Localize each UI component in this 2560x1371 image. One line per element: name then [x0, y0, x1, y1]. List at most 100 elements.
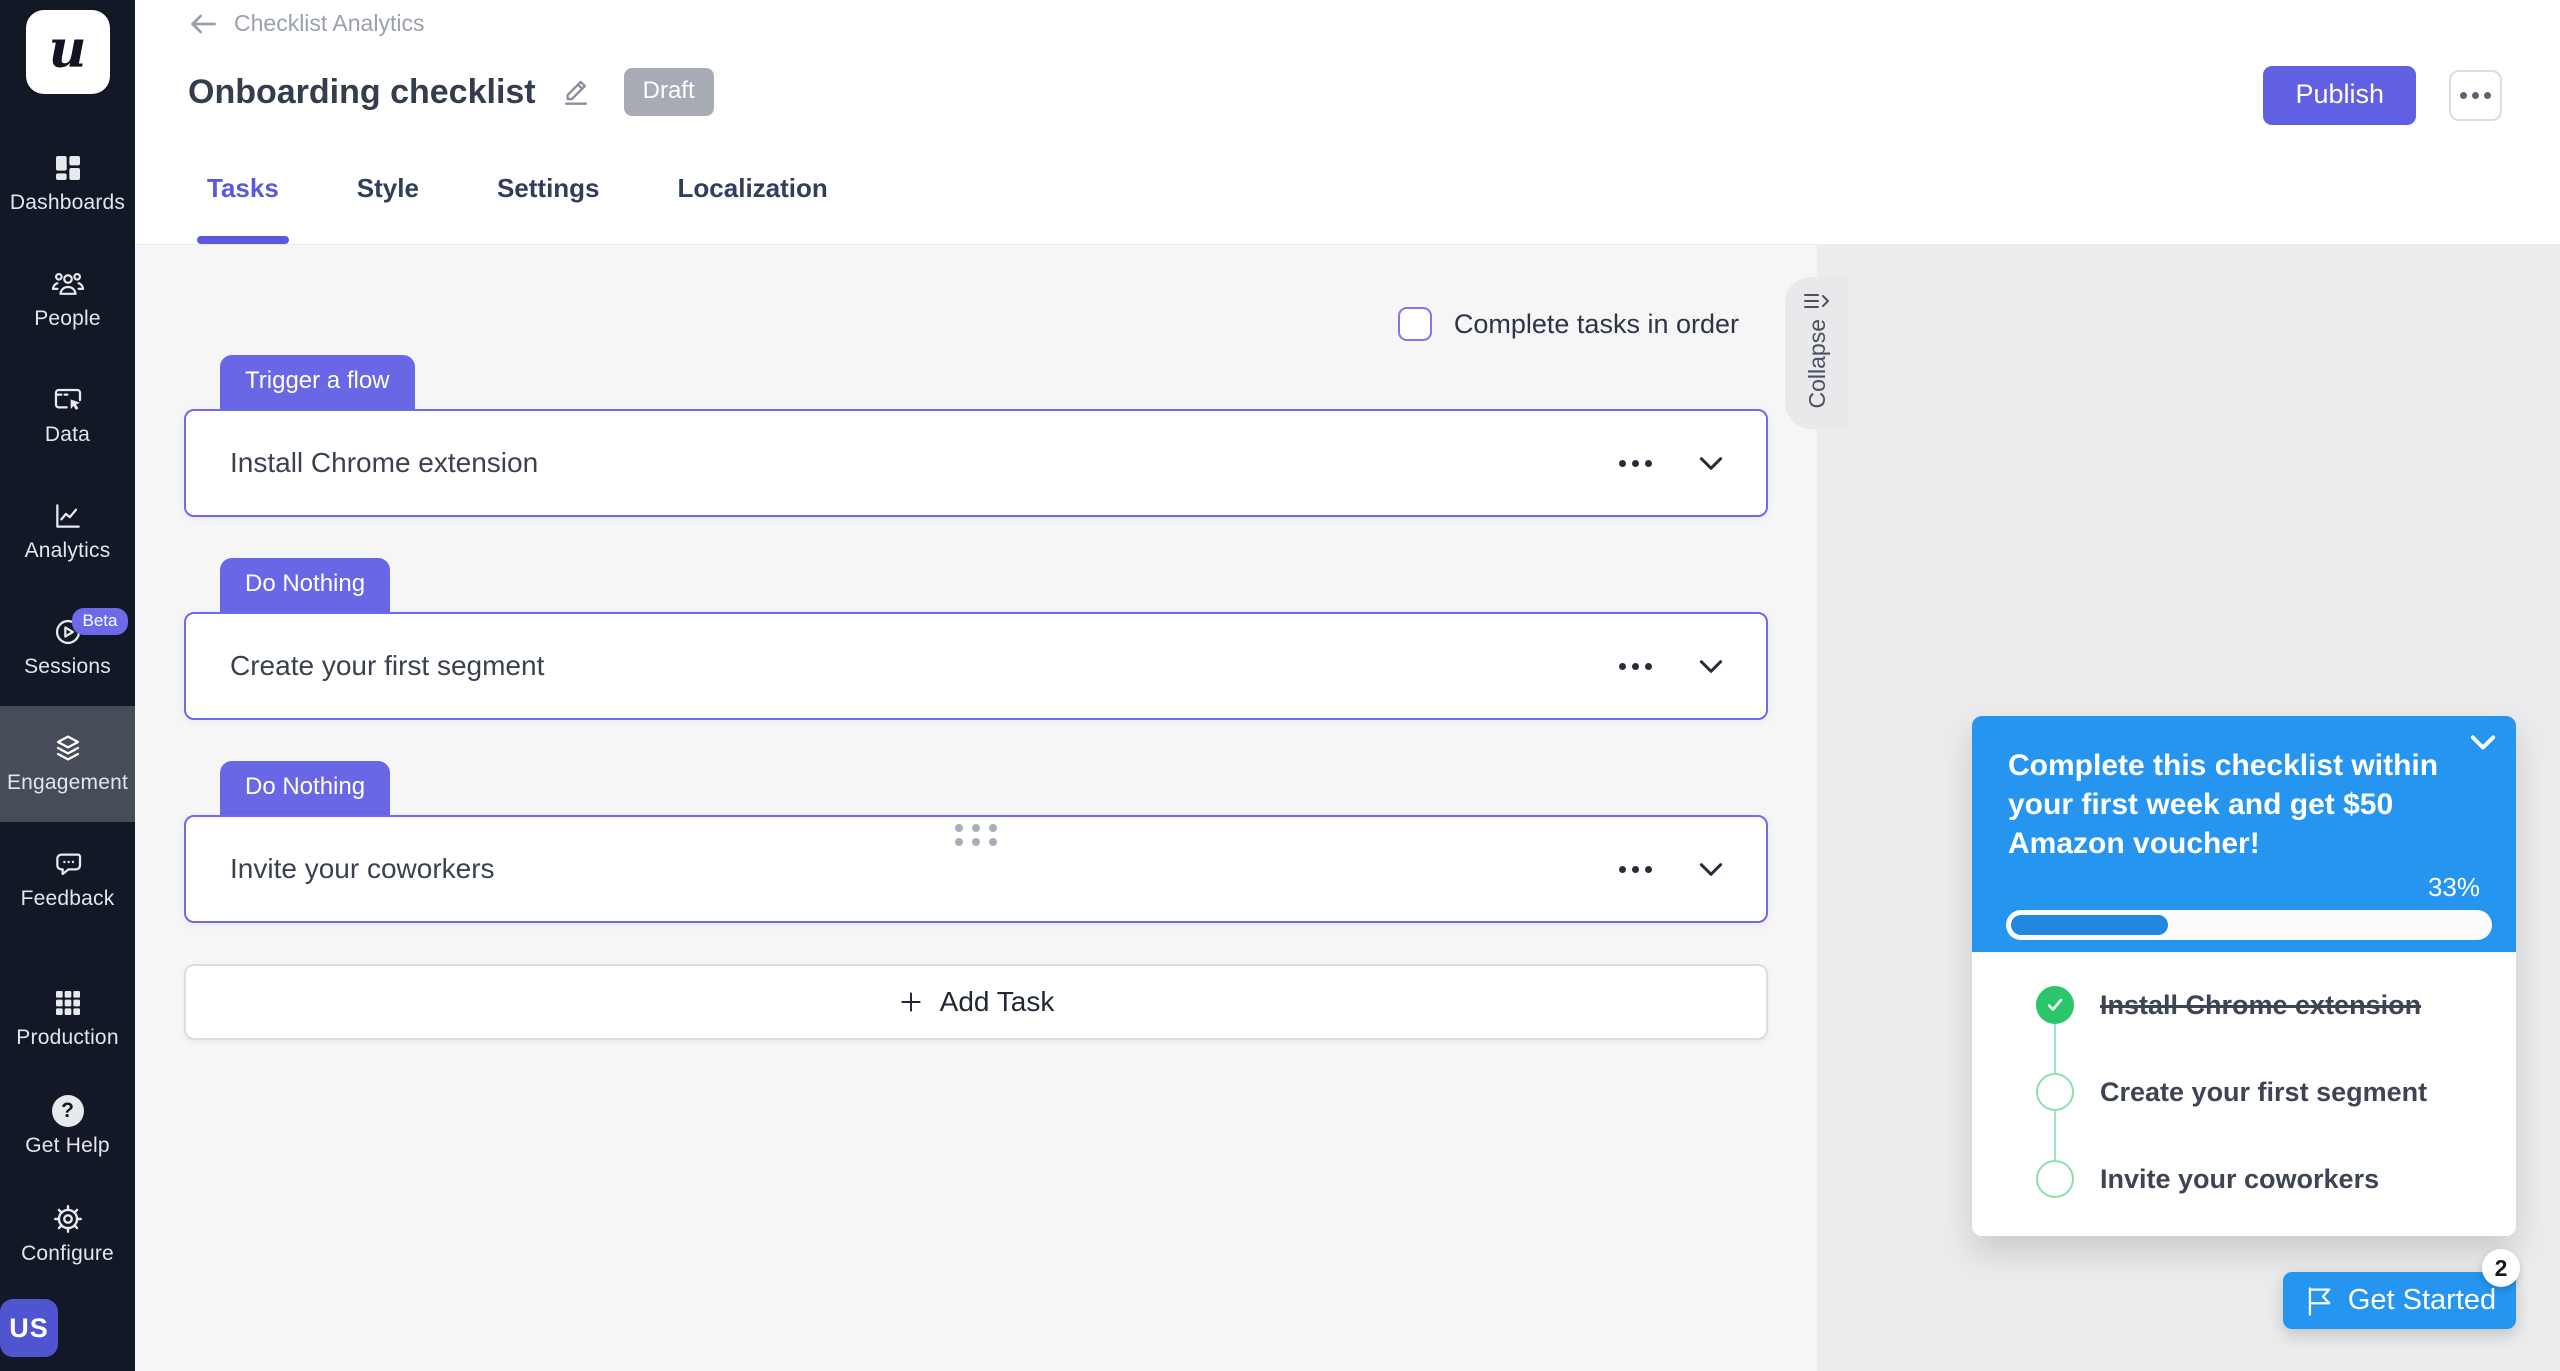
task-card[interactable]: Create your first segment	[184, 612, 1768, 720]
sidebar: u Dashboards People Data Analytics Beta …	[0, 0, 135, 1371]
status-badge: Draft	[623, 68, 714, 116]
userpilot-logo[interactable]: u	[25, 10, 110, 94]
sidebar-item-label: Sessions	[24, 655, 111, 678]
task-trigger-badge[interactable]: Do Nothing	[220, 558, 391, 612]
header-actions: Publish	[2263, 66, 2502, 125]
people-icon	[51, 272, 84, 295]
task-options-button[interactable]	[1617, 860, 1654, 879]
task-list: Trigger a flow Install Chrome extension …	[184, 355, 1768, 1040]
sidebar-item-label: Get Help	[25, 1134, 110, 1157]
plus-icon	[901, 992, 921, 1012]
chevron-down-icon[interactable]	[1696, 652, 1726, 680]
checklist-headline: Complete this checklist within your firs…	[2008, 749, 2439, 860]
page-title: Onboarding checklist	[188, 72, 536, 111]
ellipsis-icon	[2460, 92, 2467, 99]
tab-tasks[interactable]: Tasks	[197, 173, 289, 244]
publish-button[interactable]: Publish	[2263, 66, 2416, 125]
task-title: Install Chrome extension	[230, 447, 539, 478]
chevron-down-icon[interactable]	[1696, 449, 1726, 477]
empty-circle-icon	[2036, 1073, 2074, 1111]
sidebar-item-sessions[interactable]: Beta Sessions	[0, 590, 135, 706]
breadcrumb[interactable]: Checklist Analytics	[188, 10, 424, 37]
sidebar-item-label: Production	[16, 1026, 119, 1049]
sidebar-item-label: Configure	[21, 1242, 114, 1265]
collapse-icon	[1804, 294, 1829, 308]
data-icon	[54, 388, 81, 410]
preview-task-label: Install Chrome extension	[2100, 989, 2422, 1020]
minimize-chevron-icon[interactable]	[2466, 730, 2500, 756]
preview-task-item[interactable]: Create your first segment	[2036, 1073, 2516, 1111]
preview-task-item[interactable]: Invite your coworkers	[2036, 1160, 2516, 1198]
page-header: Checklist Analytics Onboarding checklist…	[135, 0, 2560, 245]
checklist-preview-items: Install Chrome extension Create your fir…	[1972, 952, 2516, 1236]
task-card[interactable]: Install Chrome extension	[184, 409, 1768, 517]
preview-task-item[interactable]: Install Chrome extension	[2036, 986, 2516, 1024]
get-started-launcher-button[interactable]: Get Started	[2283, 1272, 2516, 1329]
tab-style[interactable]: Style	[357, 173, 419, 244]
checklist-preview-widget: Complete this checklist within your firs…	[1972, 716, 2516, 1236]
empty-circle-icon	[2036, 1160, 2074, 1198]
sidebar-item-label: Data	[44, 423, 91, 446]
sidebar-item-label: Feedback	[20, 887, 115, 910]
sidebar-item-label: Dashboards	[9, 191, 126, 214]
sidebar-item-analytics[interactable]: Analytics	[0, 474, 135, 590]
complete-in-order-checkbox[interactable]	[1397, 307, 1432, 341]
progress-bar-fill	[2011, 915, 2169, 935]
collapse-panel-tab[interactable]: Collapse	[1785, 277, 1849, 429]
task-trigger-badge[interactable]: Do Nothing	[220, 761, 391, 815]
launcher-label: Get Started	[2347, 1284, 2497, 1316]
check-circle-icon	[2036, 986, 2074, 1024]
back-arrow-icon	[191, 14, 216, 33]
progress-bar	[2006, 910, 2492, 940]
task-title: Create your first segment	[230, 650, 545, 681]
user-avatar[interactable]: US	[0, 1299, 58, 1357]
sidebar-item-configure[interactable]: Configure	[0, 1181, 135, 1289]
progress-percent: 33%	[2427, 872, 2480, 902]
task-card[interactable]: Invite your coworkers	[184, 815, 1768, 923]
task-trigger-badge[interactable]: Trigger a flow	[220, 355, 415, 409]
gear-icon	[53, 1205, 82, 1233]
task-options-button[interactable]	[1617, 454, 1654, 473]
sidebar-item-label: People	[34, 307, 101, 330]
sidebar-item-people[interactable]: People	[0, 242, 135, 358]
collapse-label: Collapse	[1803, 319, 1830, 409]
add-task-button[interactable]: Add Task	[184, 964, 1768, 1040]
sidebar-item-data[interactable]: Data	[0, 358, 135, 474]
sidebar-nav: Dashboards People Data Analytics Beta Se…	[0, 126, 135, 1371]
title-row: Onboarding checklist Draft	[188, 68, 714, 116]
edit-pencil-icon[interactable]	[560, 76, 592, 108]
more-menu-button[interactable]	[2449, 70, 2502, 121]
tab-localization[interactable]: Localization	[678, 173, 828, 244]
add-task-label: Add Task	[939, 986, 1055, 1017]
flag-icon	[2308, 1286, 2331, 1316]
help-icon: ?	[51, 1095, 84, 1127]
launcher-count-badge: 2	[2482, 1249, 2520, 1287]
breadcrumb-label: Checklist Analytics	[234, 10, 425, 36]
logo-letter: u	[48, 18, 87, 80]
complete-in-order-label: Complete tasks in order	[1453, 308, 1739, 339]
tasks-editor-canvas: Complete tasks in order Trigger a flow I…	[135, 245, 1817, 1371]
task-options-button[interactable]	[1617, 657, 1654, 676]
dashboards-icon	[55, 156, 80, 180]
sidebar-item-feedback[interactable]: Feedback	[0, 822, 135, 938]
preview-task-label: Invite your coworkers	[2100, 1163, 2380, 1194]
sidebar-item-label: Analytics	[24, 539, 111, 562]
task-title: Invite your coworkers	[230, 853, 495, 884]
sidebar-item-production[interactable]: Production	[0, 965, 135, 1073]
preview-panel: Collapse Complete this checklist within …	[1785, 245, 2560, 1371]
production-icon	[55, 991, 80, 1015]
tab-bar: Tasks Style Settings Localization	[197, 173, 828, 244]
sidebar-item-label: Engagement	[6, 771, 129, 794]
complete-in-order-row: Complete tasks in order	[1397, 307, 1739, 341]
chevron-down-icon[interactable]	[1696, 855, 1726, 883]
beta-badge: Beta	[71, 608, 129, 635]
sidebar-item-engagement[interactable]: Engagement	[0, 706, 135, 822]
drag-handle[interactable]	[955, 824, 997, 846]
tab-settings[interactable]: Settings	[497, 173, 600, 244]
sidebar-item-get-help[interactable]: ? Get Help	[0, 1073, 135, 1181]
sidebar-item-dashboards[interactable]: Dashboards	[0, 126, 135, 242]
engagement-icon	[56, 735, 79, 761]
analytics-icon	[55, 504, 80, 528]
checklist-preview-header: Complete this checklist within your firs…	[1972, 716, 2516, 952]
preview-task-label: Create your first segment	[2100, 1076, 2428, 1107]
